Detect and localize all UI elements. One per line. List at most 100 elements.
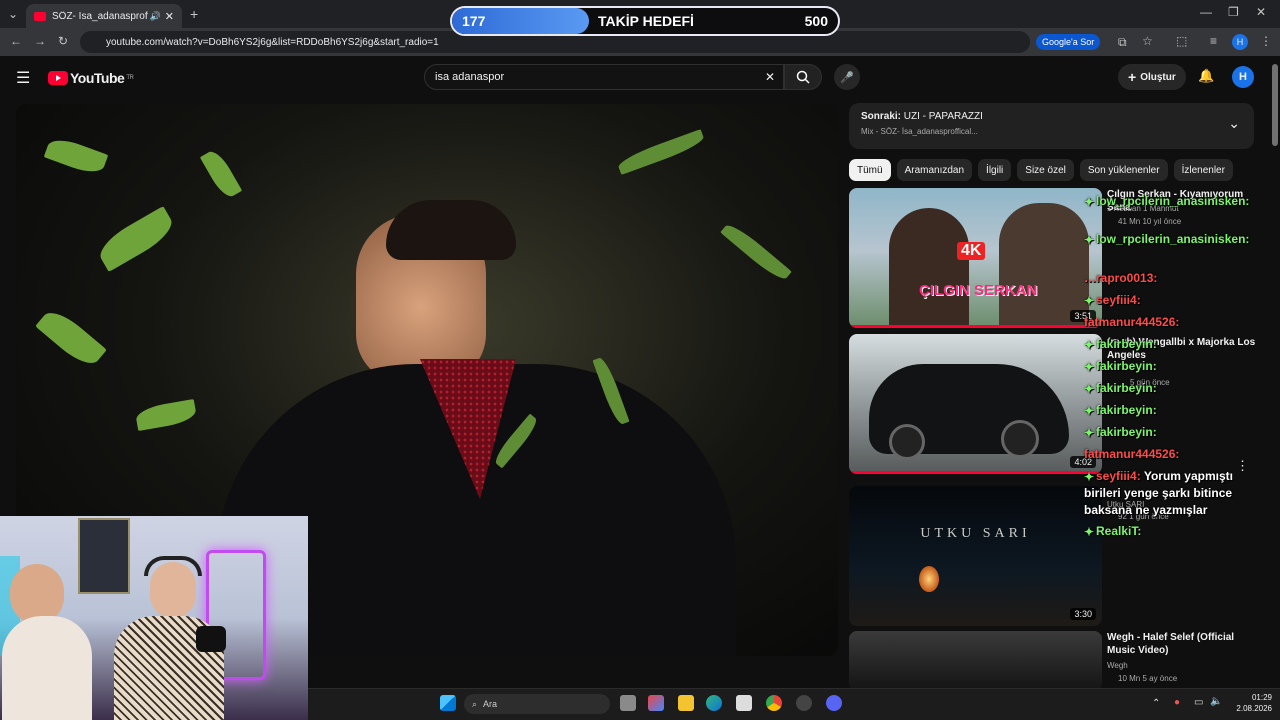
video-title[interactable]: Wegh - Halef Selef (Official Music Video… bbox=[1107, 631, 1257, 657]
chat-user: seyfiii4: bbox=[1096, 469, 1141, 483]
taskbar-clock[interactable]: 01:29 2.08.2026 bbox=[1228, 692, 1272, 714]
leaf bbox=[720, 220, 792, 284]
filter-chips: Tümü Aramanızdan İlgili Size özel Son yü… bbox=[849, 159, 1233, 181]
chip-related[interactable]: İlgili bbox=[978, 159, 1012, 181]
youtube-favicon-icon bbox=[34, 11, 46, 21]
taskbar-search-label: Ara bbox=[483, 699, 498, 709]
windows-start-icon[interactable] bbox=[440, 695, 456, 711]
sparkle-badge-icon: ✦ bbox=[1084, 470, 1095, 484]
reading-list-icon[interactable]: ≡ bbox=[1210, 34, 1217, 48]
sparkle-badge-icon: ✦ bbox=[1084, 382, 1095, 396]
tray-mic-icon[interactable]: ● bbox=[1174, 697, 1180, 708]
chat-message: ✦ fakirbeyin: bbox=[1084, 381, 1157, 396]
close-tab-icon[interactable]: ✕ bbox=[165, 10, 174, 23]
edge-icon[interactable] bbox=[706, 695, 722, 711]
bookmark-star-icon[interactable]: ☆ bbox=[1142, 34, 1153, 48]
chat-message: …rapro0013: bbox=[1084, 271, 1157, 285]
forward-icon[interactable]: → bbox=[34, 34, 46, 48]
store-icon[interactable] bbox=[736, 695, 752, 711]
notifications-bell-icon[interactable]: 🔔 bbox=[1198, 68, 1214, 84]
watched-progress bbox=[849, 471, 1102, 474]
tray-network-icon[interactable]: ▭ bbox=[1194, 697, 1203, 708]
back-icon[interactable]: ← bbox=[10, 34, 22, 48]
chip-recent[interactable]: Son yüklenenler bbox=[1079, 159, 1168, 181]
more-options-icon[interactable]: ⋮ bbox=[1236, 458, 1249, 474]
sparkle-badge-icon: ✦ bbox=[1084, 195, 1095, 209]
youtube-logo[interactable]: YouTube TR bbox=[48, 70, 134, 86]
chevron-down-icon[interactable]: ⌄ bbox=[1228, 115, 1240, 132]
youtube-logo-text: YouTube bbox=[70, 70, 125, 86]
video-thumbnail[interactable]: 4K ÇILGIN SERKAN 3:51 bbox=[849, 188, 1102, 328]
thumb-4k-badge: 4K bbox=[957, 242, 986, 260]
tab-search-icon[interactable]: ⌄ bbox=[8, 7, 18, 21]
video-channel[interactable]: Wegh bbox=[1107, 661, 1128, 670]
create-button[interactable]: + Oluştur bbox=[1118, 64, 1186, 90]
browser-tab[interactable]: SÖZ- İsa_adanasproffical... 🔊 ✕ bbox=[26, 4, 182, 28]
window-close-icon[interactable]: ✕ bbox=[1256, 5, 1266, 19]
chat-message: fatmanur444526: bbox=[1084, 447, 1179, 461]
tray-chevron-icon[interactable]: ⌃ bbox=[1152, 698, 1160, 709]
sparkle-badge-icon: ✦ bbox=[1084, 294, 1095, 308]
search-icon bbox=[796, 70, 810, 84]
goal-current: 177 bbox=[462, 13, 486, 29]
hamburger-menu-icon[interactable]: ☰ bbox=[16, 68, 30, 88]
up-next-box[interactable]: Sonraki: UZI - PAPARAZZI Mix - SÖZ- İsa_… bbox=[849, 103, 1254, 149]
discord-icon[interactable] bbox=[826, 695, 842, 711]
chat-message: fatmanur444526: bbox=[1084, 315, 1179, 329]
chat-message: ✦ fakirbeyin: bbox=[1084, 359, 1157, 374]
person-left-body bbox=[2, 616, 92, 720]
task-view-icon[interactable] bbox=[620, 695, 636, 711]
new-tab-icon[interactable]: + bbox=[190, 6, 198, 22]
headphones-icon bbox=[144, 556, 202, 576]
region-code: TR bbox=[126, 75, 134, 81]
chrome-icon[interactable] bbox=[766, 695, 782, 711]
minimize-icon[interactable]: — bbox=[1200, 5, 1212, 19]
profile-avatar[interactable]: H bbox=[1232, 34, 1248, 50]
chat-message: ✦ seyfiii4: Yorum yapmıştı bbox=[1084, 469, 1233, 484]
up-next-subtitle: Mix - SÖZ- İsa_adanasproffical... bbox=[861, 127, 978, 136]
google-ask-button[interactable]: Google'a Sor bbox=[1036, 34, 1101, 50]
chat-message: ✦ fakirbeyin: bbox=[1084, 337, 1157, 352]
menu-kebab-icon[interactable]: ⋮ bbox=[1260, 34, 1272, 48]
clear-search-icon[interactable]: ✕ bbox=[765, 70, 775, 84]
obs-icon[interactable] bbox=[796, 695, 812, 711]
reload-icon[interactable]: ↻ bbox=[58, 34, 68, 48]
extensions-icon[interactable]: ⬚ bbox=[1176, 34, 1187, 48]
widgets-icon[interactable] bbox=[648, 695, 664, 711]
chat-user: fakirbeyin: bbox=[1096, 359, 1157, 373]
chat-message: ✦ low_rpcilerin_anasinisken: bbox=[1084, 232, 1249, 247]
video-thumbnail[interactable] bbox=[849, 631, 1102, 691]
chip-from-search[interactable]: Aramanızdan bbox=[896, 159, 973, 181]
search-button[interactable] bbox=[784, 64, 822, 90]
thumb-title-text: UTKU SARI bbox=[920, 526, 1031, 541]
video-thumbnail[interactable]: 4:02 bbox=[849, 334, 1102, 474]
video-thumbnail[interactable]: UTKU SARI 3:30 bbox=[849, 486, 1102, 626]
voice-search-button[interactable]: 🎤 bbox=[834, 64, 860, 90]
speaker-icon[interactable]: 🔊 bbox=[150, 11, 161, 22]
chip-watched[interactable]: İzlenenler bbox=[1173, 159, 1233, 181]
file-explorer-icon[interactable] bbox=[678, 695, 694, 711]
taskbar-search[interactable]: ⌕ Ara bbox=[464, 694, 610, 714]
video-meta: 10 Mn 5 ay önce bbox=[1118, 674, 1178, 683]
leaf bbox=[43, 134, 109, 178]
sparkle-badge-icon: ✦ bbox=[1084, 426, 1095, 440]
watched-progress bbox=[849, 325, 1102, 328]
account-avatar[interactable]: H bbox=[1232, 66, 1254, 88]
search-input[interactable]: isa adanaspor ✕ bbox=[424, 64, 784, 90]
maximize-icon[interactable]: ❐ bbox=[1228, 5, 1239, 19]
thumb-title-text: ÇILGIN SERKAN bbox=[919, 282, 1038, 299]
search-value: isa adanaspor bbox=[435, 71, 505, 83]
chat-user: fatmanur444526: bbox=[1084, 447, 1180, 461]
mic-icon: 🎤 bbox=[840, 71, 854, 84]
thumb-wheel bbox=[889, 424, 925, 460]
create-label: Oluştur bbox=[1140, 71, 1176, 83]
page-scrollbar[interactable] bbox=[1272, 64, 1278, 146]
google-ask-label: Google'a Sor bbox=[1042, 37, 1095, 47]
person-left-face bbox=[10, 564, 64, 624]
microphone-icon bbox=[196, 626, 226, 652]
chip-all[interactable]: Tümü bbox=[849, 159, 891, 181]
tray-volume-icon[interactable]: 🔈 bbox=[1210, 696, 1222, 707]
sparkle-badge-icon: ✦ bbox=[1084, 525, 1095, 539]
chip-for-you[interactable]: Size özel bbox=[1017, 159, 1074, 181]
install-icon[interactable]: ⧉ bbox=[1118, 35, 1127, 50]
